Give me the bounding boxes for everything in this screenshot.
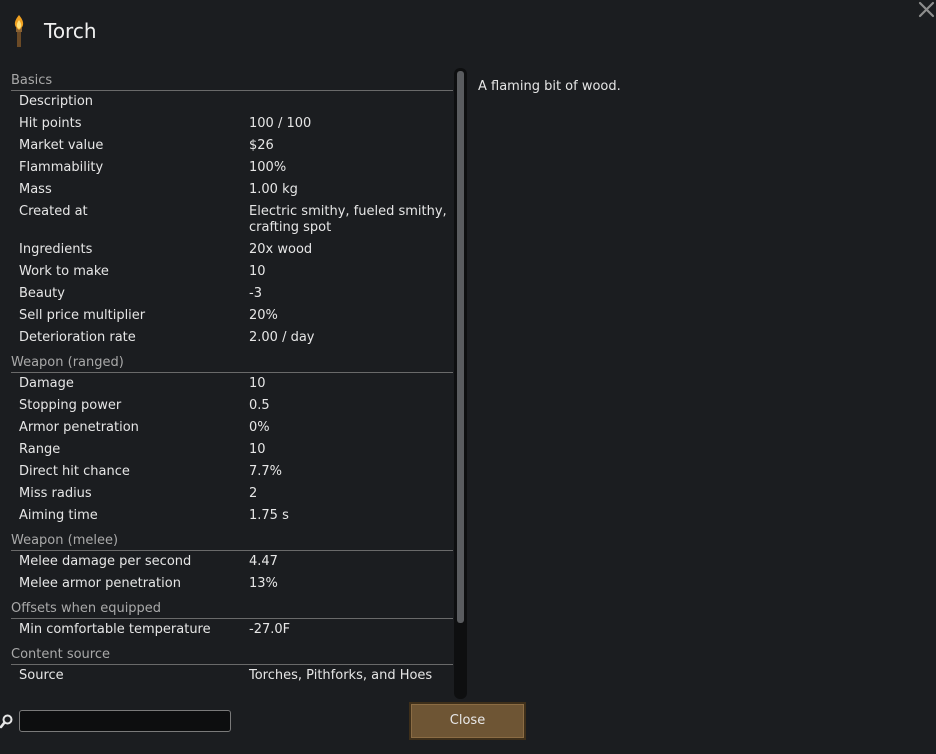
- stat-label: Work to make: [19, 264, 109, 279]
- item-description: A flaming bit of wood.: [478, 79, 621, 94]
- stats-panel: Basics Description Hit points 100 / 100 M…: [11, 72, 453, 687]
- search-icon: [0, 714, 13, 729]
- stat-row[interactable]: Work to make 10: [11, 261, 453, 283]
- stat-label: Aiming time: [19, 508, 98, 523]
- stat-value: 10: [249, 376, 266, 391]
- stat-value: 1.75 s: [249, 508, 289, 523]
- stat-row[interactable]: Hit points 100 / 100: [11, 113, 453, 135]
- stat-row[interactable]: Armor penetration 0%: [11, 417, 453, 439]
- scrollbar-thumb[interactable]: [457, 71, 464, 623]
- stat-row[interactable]: Beauty -3: [11, 283, 453, 305]
- stat-value: -27.0F: [249, 622, 291, 637]
- stat-row[interactable]: Stopping power 0.5: [11, 395, 453, 417]
- torch-icon: [14, 15, 24, 47]
- stat-value: 20x wood: [249, 242, 313, 257]
- stat-row[interactable]: Market value $26: [11, 135, 453, 157]
- stat-value: 10: [249, 442, 266, 457]
- stat-label: Flammability: [19, 160, 104, 175]
- stat-label: Miss radius: [19, 486, 92, 501]
- stat-value: 2: [249, 486, 258, 501]
- section-header: Weapon (ranged): [11, 354, 453, 373]
- stat-value: 1.00 kg: [249, 182, 298, 197]
- stat-row[interactable]: Melee damage per second 4.47: [11, 551, 453, 573]
- stat-value: 7.7%: [249, 464, 283, 479]
- close-icon[interactable]: [917, 0, 936, 19]
- stats-scrollbar[interactable]: [454, 68, 467, 699]
- stat-value: -3: [249, 286, 262, 301]
- section-header: Basics: [11, 72, 453, 91]
- section-basics: Basics Description Hit points 100 / 100 M…: [11, 72, 453, 349]
- section-weapon-ranged: Weapon (ranged) Damage 10 Stopping power 0…: [11, 354, 453, 527]
- stat-value: 4.47: [249, 554, 278, 569]
- section-offsets-when-equipped: Offsets when equipped Min comfortable te…: [11, 600, 453, 641]
- stat-value: Electric smithy, fueled smithy, crafting…: [249, 204, 447, 235]
- section-header: Offsets when equipped: [11, 600, 453, 619]
- stat-label: Mass: [19, 182, 52, 197]
- stat-value: 10: [249, 264, 266, 279]
- stat-label: Min comfortable temperature: [19, 622, 211, 637]
- stat-label: Armor penetration: [19, 420, 139, 435]
- stat-label: Beauty: [19, 286, 65, 301]
- stat-label: Market value: [19, 138, 104, 153]
- stat-row[interactable]: Source Torches, Pithforks, and Hoes: [11, 665, 453, 687]
- stat-label: Direct hit chance: [19, 464, 130, 479]
- section-header: Weapon (melee): [11, 532, 453, 551]
- stat-row[interactable]: Miss radius 2: [11, 483, 453, 505]
- stat-value: [249, 94, 453, 113]
- stat-row[interactable]: Range 10: [11, 439, 453, 461]
- section-content-source: Content source Source Torches, Pithforks,…: [11, 646, 453, 687]
- stat-label: Stopping power: [19, 398, 122, 413]
- stat-row[interactable]: Ingredients 20x wood: [11, 239, 453, 261]
- stat-label: Range: [19, 442, 61, 457]
- stat-row[interactable]: Sell price multiplier 20%: [11, 305, 453, 327]
- title-bar: Torch: [8, 14, 97, 48]
- stat-label: Source: [19, 668, 64, 683]
- stat-row[interactable]: Mass 1.00 kg: [11, 179, 453, 201]
- stat-row[interactable]: Melee armor penetration 13%: [11, 573, 453, 595]
- window-title: Torch: [44, 19, 97, 43]
- search-input[interactable]: [19, 710, 231, 732]
- stat-value: 0%: [249, 420, 270, 435]
- section-weapon-melee: Weapon (melee) Melee damage per second 4.…: [11, 532, 453, 595]
- stat-label: Hit points: [19, 116, 82, 131]
- stat-value: 2.00 / day: [249, 330, 315, 345]
- stat-value: $26: [249, 138, 274, 153]
- stat-label: Melee damage per second: [19, 554, 192, 569]
- stat-row[interactable]: Direct hit chance 7.7%: [11, 461, 453, 483]
- stat-label: Created at: [19, 204, 88, 219]
- stat-row[interactable]: Deterioration rate 2.00 / day: [11, 327, 453, 349]
- section-header: Content source: [11, 646, 453, 665]
- stat-label: Deterioration rate: [19, 330, 136, 345]
- stat-label: Sell price multiplier: [19, 308, 146, 323]
- stat-label: Melee armor penetration: [19, 576, 181, 591]
- stat-row[interactable]: Aiming time 1.75 s: [11, 505, 453, 527]
- close-button[interactable]: Close: [409, 702, 526, 740]
- stat-value: 100 / 100: [249, 116, 312, 131]
- stat-row[interactable]: Flammability 100%: [11, 157, 453, 179]
- stat-row[interactable]: Damage 10: [11, 373, 453, 395]
- stat-row[interactable]: Created at Electric smithy, fueled smithy…: [11, 201, 453, 239]
- stat-label: Damage: [19, 376, 74, 391]
- stat-value: Torches, Pithforks, and Hoes: [249, 668, 433, 683]
- stat-value: 13%: [249, 576, 278, 591]
- stat-value: 100%: [249, 160, 287, 175]
- stat-value: 20%: [249, 308, 278, 323]
- stat-row[interactable]: Min comfortable temperature -27.0F: [11, 619, 453, 641]
- stat-value: 0.5: [249, 398, 270, 413]
- stat-row[interactable]: Description: [11, 91, 453, 113]
- stat-label: Description: [19, 94, 94, 109]
- stat-label: Ingredients: [19, 242, 93, 257]
